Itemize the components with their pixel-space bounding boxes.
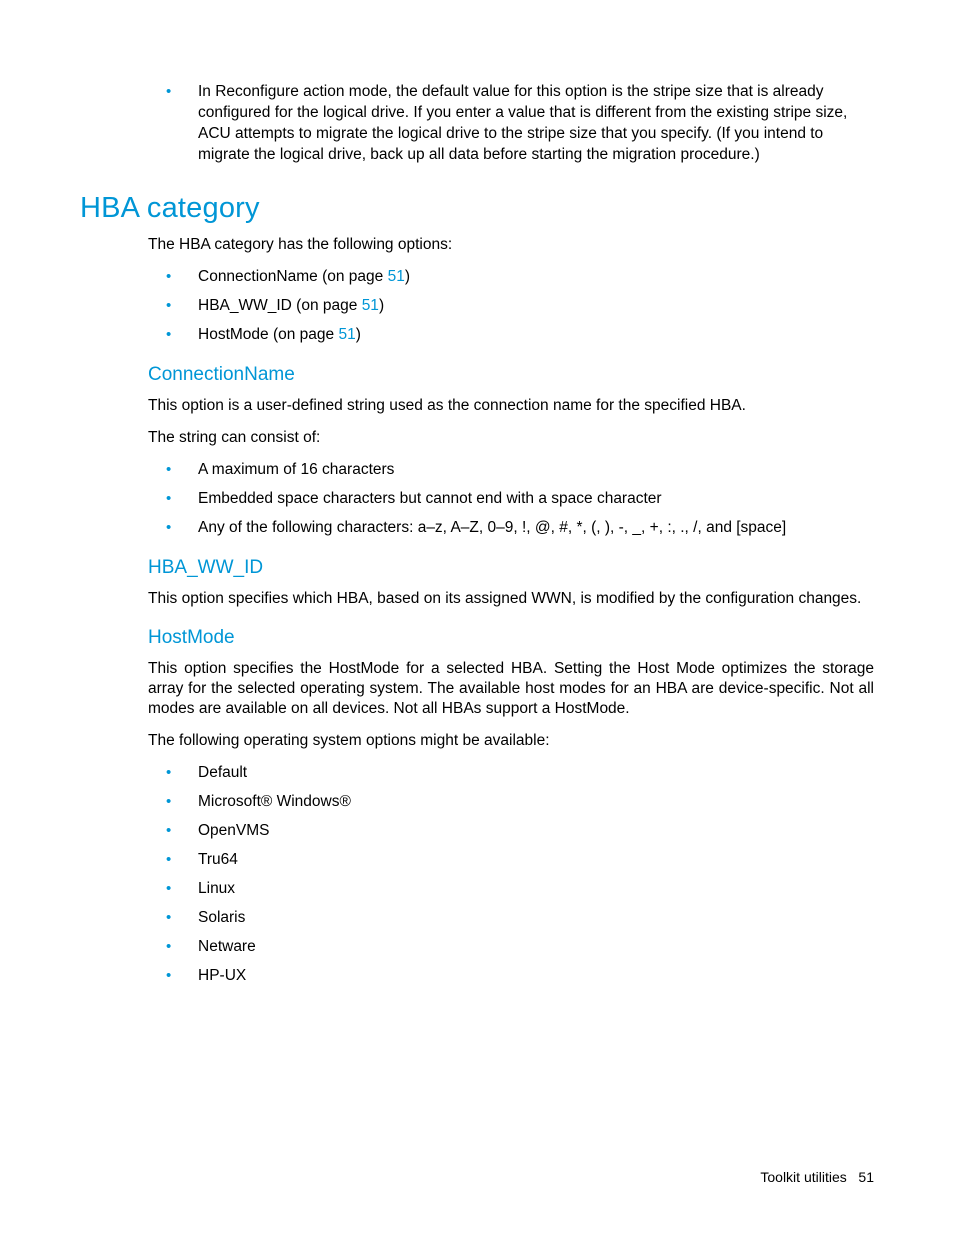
option-prefix: HBA_WW_ID (on page [198,297,362,314]
hm-list: Default Microsoft® Windows® OpenVMS Tru6… [80,763,874,986]
list-item: Solaris [180,908,874,929]
hba-option-connectionname: ConnectionName (on page 51) [180,267,874,288]
option-suffix: ) [379,297,384,314]
page-link[interactable]: 51 [362,297,379,314]
hba-option-hostmode: HostMode (on page 51) [180,325,874,346]
option-suffix: ) [356,326,361,343]
hm-paragraph-1: This option specifies the HostMode for a… [80,659,874,719]
page-link[interactable]: 51 [338,326,355,343]
heading-hba-ww-id: HBA_WW_ID [80,557,874,579]
cn-list: A maximum of 16 characters Embedded spac… [80,460,874,539]
option-prefix: ConnectionName (on page [198,268,388,285]
page-link[interactable]: 51 [388,268,405,285]
heading-hostmode: HostMode [80,627,874,649]
hba-intro-text: The HBA category has the following optio… [80,235,874,255]
cn-paragraph-2: The string can consist of: [80,428,874,448]
list-item: Any of the following characters: a–z, A–… [180,518,874,539]
page-footer: Toolkit utilities 51 [760,1169,874,1185]
heading-hba-category: HBA category [80,192,874,225]
intro-bullet-list: In Reconfigure action mode, the default … [80,82,874,166]
hm-paragraph-2: The following operating system options m… [80,731,874,751]
list-item: OpenVMS [180,821,874,842]
heading-connectionname: ConnectionName [80,364,874,386]
list-item: Netware [180,937,874,958]
list-item: HP-UX [180,966,874,987]
list-item: A maximum of 16 characters [180,460,874,481]
list-item: Microsoft® Windows® [180,792,874,813]
hw-paragraph-1: This option specifies which HBA, based o… [80,589,874,609]
list-item: Default [180,763,874,784]
list-item: Linux [180,879,874,900]
option-suffix: ) [405,268,410,285]
list-item: Tru64 [180,850,874,871]
footer-label: Toolkit utilities [760,1169,846,1185]
intro-bullet: In Reconfigure action mode, the default … [180,82,874,166]
hba-options-list: ConnectionName (on page 51) HBA_WW_ID (o… [80,267,874,346]
option-prefix: HostMode (on page [198,326,338,343]
cn-paragraph-1: This option is a user-defined string use… [80,396,874,416]
hba-option-hba-ww-id: HBA_WW_ID (on page 51) [180,296,874,317]
footer-page: 51 [858,1169,874,1185]
list-item: Embedded space characters but cannot end… [180,489,874,510]
